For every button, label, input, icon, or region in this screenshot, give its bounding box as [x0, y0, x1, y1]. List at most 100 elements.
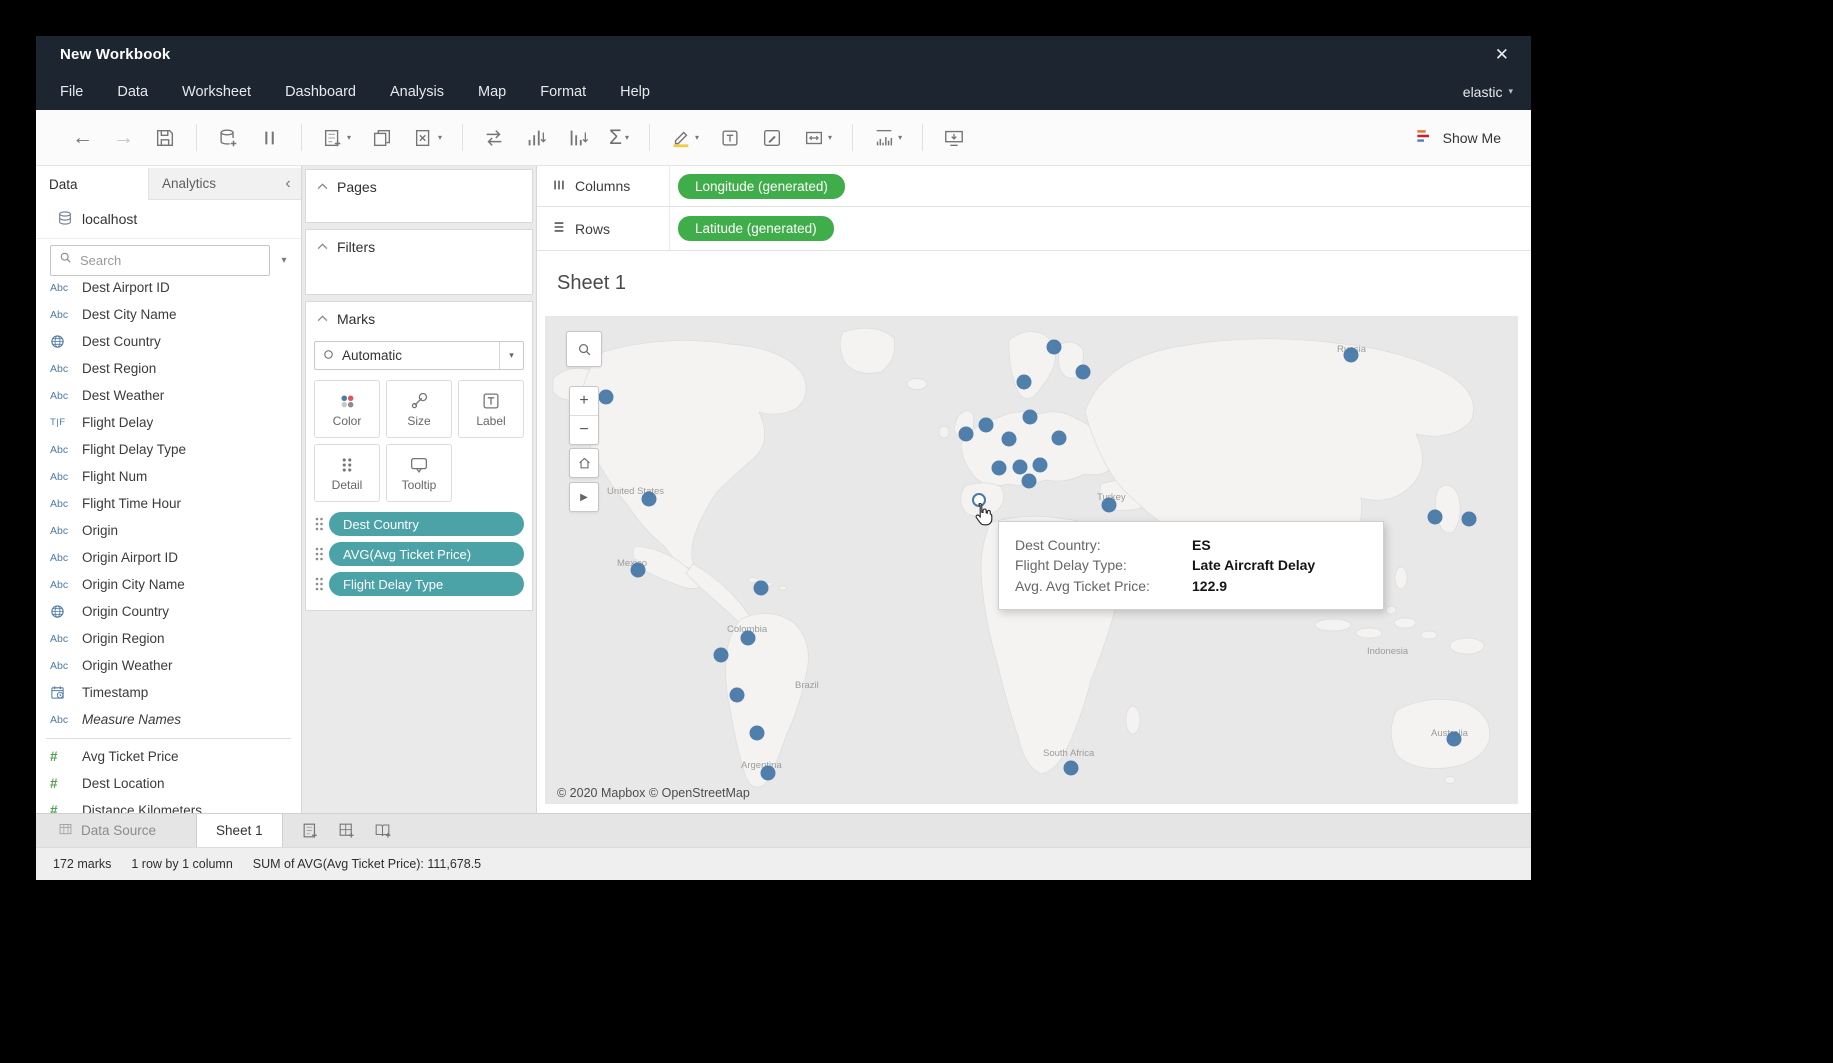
mark-type-dropdown[interactable]: Automatic ▾ — [314, 341, 524, 370]
field-dest-city-name[interactable]: AbcDest City Name — [36, 301, 301, 328]
field-origin-city-name[interactable]: AbcOrigin City Name — [36, 571, 301, 598]
tab-analytics[interactable]: Analytics — [149, 168, 275, 199]
field-flight-num[interactable]: AbcFlight Num — [36, 463, 301, 490]
rows-pill-latitude-generated[interactable]: Latitude (generated) — [678, 216, 834, 241]
columns-pill-longitude-generated[interactable]: Longitude (generated) — [678, 174, 845, 199]
filters-card-header[interactable]: Filters — [306, 230, 532, 263]
field-timestamp[interactable]: Timestamp — [36, 679, 301, 706]
new-worksheet-icon[interactable] — [295, 818, 326, 844]
marks-card-header[interactable]: Marks — [306, 302, 532, 335]
map-mark[interactable] — [1033, 458, 1048, 473]
undo-icon[interactable]: ← — [72, 127, 93, 148]
map-search-button[interactable] — [566, 331, 602, 367]
menu-worksheet[interactable]: Worksheet — [182, 84, 251, 100]
new-dashboard-icon[interactable] — [331, 818, 362, 844]
marks-pill-avg-avg-ticket-price[interactable]: AVG(Avg Ticket Price) — [329, 542, 524, 566]
tab-data[interactable]: Data — [36, 168, 149, 200]
new-datasource-icon[interactable] — [217, 127, 239, 149]
map-mark[interactable] — [979, 418, 994, 433]
field-origin-weather[interactable]: AbcOrigin Weather — [36, 652, 301, 679]
clear-sheet-icon[interactable]: ▾ — [413, 127, 442, 149]
map-mark[interactable] — [1102, 498, 1117, 513]
menu-data[interactable]: Data — [117, 84, 148, 100]
duplicate-sheet-icon[interactable] — [371, 127, 393, 149]
field-dest-region[interactable]: AbcDest Region — [36, 355, 301, 382]
show-labels-icon[interactable] — [719, 127, 741, 149]
size-button[interactable]: Size — [386, 380, 452, 438]
field-origin-airport-id[interactable]: AbcOrigin Airport ID — [36, 544, 301, 571]
field-avg-ticket-price[interactable]: #Avg Ticket Price — [36, 743, 301, 770]
detail-button[interactable]: Detail — [314, 444, 380, 502]
field-dest-location[interactable]: #Dest Location — [36, 770, 301, 797]
tooltip-button[interactable]: Tooltip — [386, 444, 452, 502]
map-mark[interactable] — [1428, 510, 1443, 525]
menu-help[interactable]: Help — [620, 84, 650, 100]
sort-descending-icon[interactable] — [567, 127, 589, 149]
map-mark[interactable] — [1002, 432, 1017, 447]
sort-ascending-icon[interactable] — [525, 127, 547, 149]
fit-icon[interactable]: ▾ — [803, 127, 832, 149]
map-mark[interactable] — [1447, 732, 1462, 747]
map-mark[interactable] — [631, 563, 646, 578]
map-mark[interactable] — [1013, 460, 1028, 475]
cell-size-icon[interactable]: ▾ — [873, 127, 902, 149]
field-flight-delay[interactable]: T|FFlight Delay — [36, 409, 301, 436]
columns-shelf[interactable]: Columns Longitude (generated) — [537, 166, 1531, 207]
field-dest-country[interactable]: Dest Country — [36, 328, 301, 355]
show-me-button[interactable]: Show Me — [1414, 110, 1501, 165]
menu-map[interactable]: Map — [478, 84, 506, 100]
map-mark[interactable] — [1076, 365, 1091, 380]
menu-dashboard[interactable]: Dashboard — [285, 84, 356, 100]
map-mark[interactable] — [1344, 348, 1359, 363]
map-mark[interactable] — [1017, 375, 1032, 390]
field-origin[interactable]: AbcOrigin — [36, 517, 301, 544]
map-mark[interactable] — [1023, 410, 1038, 425]
map-mark[interactable] — [642, 492, 657, 507]
map-mark[interactable] — [714, 648, 729, 663]
highlight-icon[interactable]: ▾ — [670, 127, 699, 149]
label-button[interactable]: Label — [458, 380, 524, 438]
map-mark[interactable] — [754, 581, 769, 596]
map-mark[interactable] — [1022, 474, 1037, 489]
map-mark[interactable] — [1052, 431, 1067, 446]
field-origin-region[interactable]: AbcOrigin Region — [36, 625, 301, 652]
account-menu[interactable]: elastic ▾ — [1463, 84, 1513, 100]
presentation-icon[interactable] — [943, 127, 965, 149]
new-worksheet-icon[interactable]: ▾ — [322, 127, 351, 149]
pause-updates-icon[interactable] — [259, 127, 281, 149]
map-mark[interactable] — [992, 461, 1007, 476]
map-mark[interactable] — [730, 688, 745, 703]
map-mark[interactable] — [761, 766, 776, 781]
pages-card-header[interactable]: Pages — [306, 170, 532, 203]
field-dest-weather[interactable]: AbcDest Weather — [36, 382, 301, 409]
format-icon[interactable] — [761, 127, 783, 149]
zoom-out-button[interactable]: − — [570, 415, 598, 444]
chevron-down-icon[interactable]: ▾ — [499, 342, 523, 369]
tab-data-source[interactable]: Data Source — [44, 814, 170, 847]
search-input[interactable] — [78, 252, 261, 269]
redo-icon[interactable]: → — [113, 127, 134, 148]
map-pan-button[interactable]: ▶ — [569, 482, 599, 512]
map-mark[interactable] — [1064, 761, 1079, 776]
color-button[interactable]: Color — [314, 380, 380, 438]
connection-item[interactable]: localhost — [36, 200, 301, 239]
collapse-pane-button[interactable]: ‹ — [275, 168, 301, 199]
map-home-button[interactable] — [569, 448, 599, 478]
tab-sheet1[interactable]: Sheet 1 — [196, 814, 283, 847]
totals-icon[interactable]: Σ▾ — [609, 127, 629, 148]
field-distance-kilometers[interactable]: #Distance Kilometers — [36, 797, 301, 813]
field-flight-delay-type[interactable]: AbcFlight Delay Type — [36, 436, 301, 463]
field-dest-airport-id[interactable]: AbcDest Airport ID — [36, 281, 301, 301]
map-mark[interactable] — [1462, 512, 1477, 527]
menu-format[interactable]: Format — [540, 84, 586, 100]
marks-pill-flight-delay-type[interactable]: Flight Delay Type — [329, 572, 524, 596]
search-options-caret-icon[interactable]: ▾ — [275, 255, 293, 266]
map-mark[interactable] — [741, 631, 756, 646]
field-origin-country[interactable]: Origin Country — [36, 598, 301, 625]
menu-analysis[interactable]: Analysis — [390, 84, 444, 100]
rows-shelf[interactable]: Rows Latitude (generated) — [537, 207, 1531, 251]
map-mark[interactable] — [599, 390, 614, 405]
map-mark[interactable] — [1047, 340, 1062, 355]
field-measure-names[interactable]: AbcMeasure Names — [36, 706, 301, 733]
zoom-in-button[interactable]: + — [570, 387, 598, 415]
